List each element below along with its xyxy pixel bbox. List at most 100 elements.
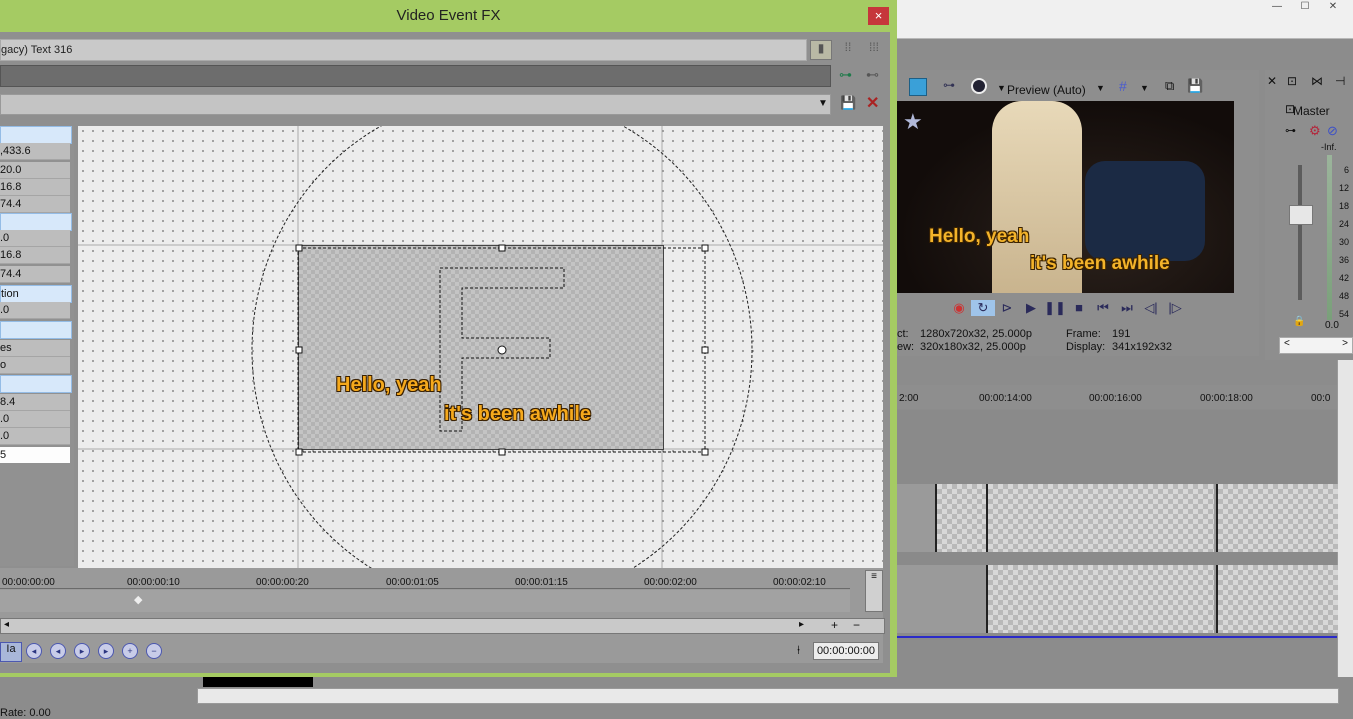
next-keyframe-icon[interactable]: ▸ <box>74 643 90 659</box>
close-panel-icon[interactable]: ✕ <box>1267 74 1277 88</box>
property-value[interactable]: ,433.6 <box>0 143 70 160</box>
fx-gear-icon[interactable]: ⚙ <box>1309 123 1321 139</box>
close-window-icon[interactable]: ✕ <box>1319 1 1347 12</box>
text-editor-canvas[interactable]: Hello, yeah it's been awhile <box>78 126 883 568</box>
delete-keyframe-icon[interactable]: − <box>146 643 162 659</box>
property-group-header[interactable]: tion <box>0 285 72 303</box>
keyframe-ruler[interactable]: 00:00:00:00 00:00:00:10 00:00:00:20 00:0… <box>0 572 850 589</box>
previous-keyframe-icon[interactable]: ◂ <box>50 643 66 659</box>
property-group-header[interactable] <box>0 375 72 393</box>
property-value[interactable]: 8.4 <box>0 394 70 411</box>
minimize-icon[interactable]: — <box>1263 1 1291 12</box>
property-value[interactable]: .0 <box>0 411 70 428</box>
routing-icon[interactable]: ⊶ <box>1285 124 1296 137</box>
add-keyframe-icon[interactable]: + <box>122 643 138 659</box>
plugin-chain-icon[interactable]: ⊶ <box>839 67 852 83</box>
keyframe-scrollbar[interactable]: ◂ ▸ + − <box>0 618 885 634</box>
scroll-right-icon[interactable]: > <box>1342 338 1348 349</box>
next-frame-icon[interactable]: |▷ <box>1163 300 1187 316</box>
stop-icon[interactable]: ■ <box>1067 300 1091 315</box>
keyframe-track[interactable]: ◆ <box>0 590 850 612</box>
bus-icon[interactable]: ⊣ <box>1335 74 1345 88</box>
zoom-out-icon[interactable]: − <box>853 618 860 632</box>
save-preset-icon[interactable]: 💾 <box>840 95 856 111</box>
property-value[interactable]: .0 <box>0 230 70 247</box>
property-value[interactable]: .0 <box>0 302 70 319</box>
last-keyframe-icon[interactable]: ▸ <box>98 643 114 659</box>
display-value: 341x192x32 <box>1112 341 1172 353</box>
remove-plugin-icon[interactable]: ⊷ <box>866 67 879 83</box>
previous-frame-icon[interactable]: ◁| <box>1139 300 1163 316</box>
timeline-clip[interactable] <box>1216 565 1338 633</box>
keyframe-marker[interactable]: ◆ <box>134 593 142 606</box>
zoom-in-icon[interactable]: + <box>831 618 838 632</box>
delete-preset-icon[interactable]: ✕ <box>866 93 879 113</box>
master-fader[interactable] <box>1289 205 1313 225</box>
pause-icon[interactable]: ❚❚ <box>1043 300 1067 316</box>
mixer-icon[interactable]: ⊡ <box>1287 74 1297 88</box>
property-group-header[interactable] <box>0 126 72 144</box>
property-value[interactable]: 16.8 <box>0 179 70 196</box>
save-snapshot-icon[interactable]: 💾 <box>1187 78 1203 94</box>
preset-dropdown[interactable] <box>0 94 831 115</box>
master-scrollbar[interactable]: < > <box>1279 337 1353 354</box>
chevron-down-icon[interactable]: ▼ <box>1096 83 1105 93</box>
text-bounds-overlay <box>295 244 709 456</box>
chevron-down-icon[interactable]: ▼ <box>997 83 1006 93</box>
property-value[interactable]: o <box>0 357 70 374</box>
plugin-chain-bar[interactable]: gacy) Text 316 <box>0 39 807 61</box>
preview-quality-dropdown[interactable]: Preview (Auto) <box>1007 83 1086 97</box>
video-preview-frame[interactable]: ★ Hello, yeah it's been awhile <box>897 101 1234 293</box>
video-preview-panel: ⊶ ▼ Preview (Auto) ▼ # ▼ ⧉ 💾 ★ Hello, ye… <box>897 70 1259 356</box>
go-to-end-icon[interactable]: ⏭ <box>1115 300 1139 316</box>
property-value[interactable]: 74.4 <box>0 266 70 283</box>
chevron-down-icon[interactable]: ▼ <box>818 98 828 109</box>
grid-icon[interactable]: # <box>1119 78 1135 94</box>
view-triple-icon[interactable]: ⁞⁞⁞ <box>864 40 884 58</box>
plugin-name[interactable]: gacy) Text 316 <box>1 44 72 56</box>
property-value[interactable]: 5 <box>0 447 70 463</box>
cursor-time-field[interactable]: 00:00:00:00 <box>813 642 879 660</box>
maximize-icon[interactable]: ☐ <box>1291 1 1319 12</box>
scroll-left-icon[interactable]: ◂ <box>4 619 9 630</box>
timeline-vertical-scrollbar[interactable] <box>1337 360 1353 680</box>
sync-cursor-icon[interactable]: Ia <box>0 642 22 662</box>
scroll-right-icon[interactable]: ▸ <box>799 619 804 630</box>
overlays-icon[interactable] <box>971 78 987 94</box>
property-value[interactable]: es <box>0 340 70 357</box>
copy-snapshot-icon[interactable]: ⧉ <box>1165 78 1181 94</box>
loop-icon[interactable]: ↻ <box>971 300 995 316</box>
chevron-down-icon[interactable]: ▼ <box>1140 83 1149 93</box>
timeline-clip[interactable] <box>986 565 1214 633</box>
first-keyframe-icon[interactable]: ◂ <box>26 643 42 659</box>
record-icon[interactable]: ◉ <box>947 300 971 316</box>
preview-value: 320x180x32, 25.000p <box>920 341 1026 353</box>
keyframe-vscroll[interactable]: ≡ <box>865 570 883 612</box>
video-output-icon[interactable] <box>909 78 927 96</box>
scroll-left-icon[interactable]: < <box>1284 338 1290 349</box>
split-icon[interactable]: ⋈ <box>1311 74 1323 88</box>
timeline-clip[interactable] <box>986 484 1214 552</box>
lock-icon[interactable]: 🔒 <box>1293 316 1305 327</box>
property-group-header[interactable] <box>0 321 72 339</box>
close-button[interactable]: × <box>868 7 889 25</box>
timeline-ruler[interactable]: 2:00 00:00:14:00 00:00:16:00 00:00:18:00… <box>897 385 1337 409</box>
play-icon[interactable]: ▶ <box>1019 300 1043 316</box>
canvas-caption-line2[interactable]: it's been awhile <box>444 403 591 426</box>
bypass-icon[interactable]: ⊘ <box>1327 123 1338 139</box>
go-to-start-icon[interactable]: ⏮ <box>1091 300 1115 316</box>
property-group-header[interactable] <box>0 213 72 231</box>
split-screen-icon[interactable]: ⊶ <box>943 78 959 94</box>
canvas-caption-line1[interactable]: Hello, yeah <box>336 374 442 397</box>
property-value[interactable]: .0 <box>0 428 70 445</box>
property-value[interactable]: 74.4 <box>0 196 70 213</box>
timeline-horizontal-scrollbar[interactable] <box>197 688 1339 704</box>
view-single-icon[interactable]: ▮ <box>810 40 832 60</box>
view-double-icon[interactable]: ⁞⁞ <box>838 40 858 58</box>
timeline-clip[interactable] <box>1216 484 1338 552</box>
preset-bar[interactable] <box>0 65 831 87</box>
play-from-start-icon[interactable]: ⊳ <box>995 300 1019 316</box>
property-value[interactable]: 16.8 <box>0 247 70 264</box>
property-value[interactable]: 20.0 <box>0 162 70 179</box>
timeline-clip[interactable] <box>935 484 987 552</box>
